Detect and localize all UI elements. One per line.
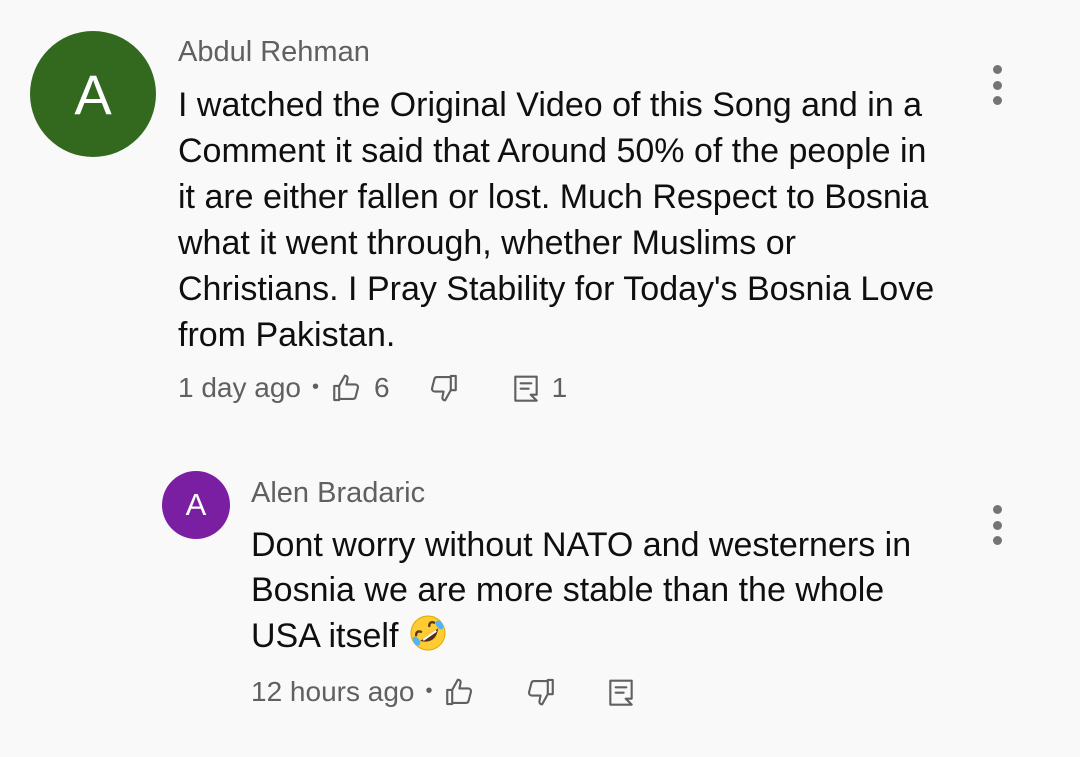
reply-avatar[interactable]: A — [162, 471, 230, 539]
comment-author[interactable]: Abdul Rehman — [178, 36, 370, 69]
reply-count[interactable]: 1 — [552, 372, 568, 404]
kebab-dot — [992, 80, 1002, 90]
reply-toolbar: 12 hours ago • — [251, 670, 637, 714]
like-count: 6 — [374, 372, 390, 403]
comment-toolbar: 1 day ago • 6 1 — [178, 366, 567, 410]
avatar-letter: A — [185, 487, 207, 522]
separator-dot: • — [425, 679, 433, 702]
avatar[interactable]: A — [30, 31, 156, 157]
thumbs-up-icon[interactable] — [330, 371, 364, 405]
comment-timestamp: 1 day ago — [178, 372, 301, 403]
avatar-letter: A — [74, 62, 112, 126]
reply-icon[interactable] — [605, 675, 637, 709]
kebab-dot — [992, 505, 1002, 514]
kebab-dot — [992, 536, 1002, 545]
more-vert-icon[interactable] — [982, 60, 1012, 110]
reply-icon[interactable] — [510, 371, 542, 405]
thumbs-up-icon[interactable] — [443, 675, 477, 709]
reply-thread: A Alen Bradaric Dont worry without NATO … — [0, 430, 1080, 757]
thumbs-down-icon[interactable] — [426, 371, 460, 405]
thumbs-down-icon[interactable] — [523, 675, 557, 709]
separator-dot: • — [312, 375, 320, 398]
reply-timestamp: 12 hours ago — [251, 676, 415, 707]
kebab-dot — [992, 96, 1002, 105]
rolling-on-floor-laughing-emoji — [408, 613, 448, 665]
comment-thread: A Abdul Rehman I watched the Original Vi… — [0, 0, 1080, 430]
reply-text: Dont worry without NATO and westerners i… — [251, 526, 912, 655]
more-vert-icon[interactable] — [982, 500, 1012, 550]
kebab-dot — [992, 520, 1002, 530]
kebab-dot — [992, 65, 1002, 74]
comment-text: I watched the Original Video of this Son… — [178, 86, 935, 354]
reply-text-block: Dont worry without NATO and westerners i… — [251, 523, 951, 665]
reply-author[interactable]: Alen Bradaric — [251, 477, 425, 510]
